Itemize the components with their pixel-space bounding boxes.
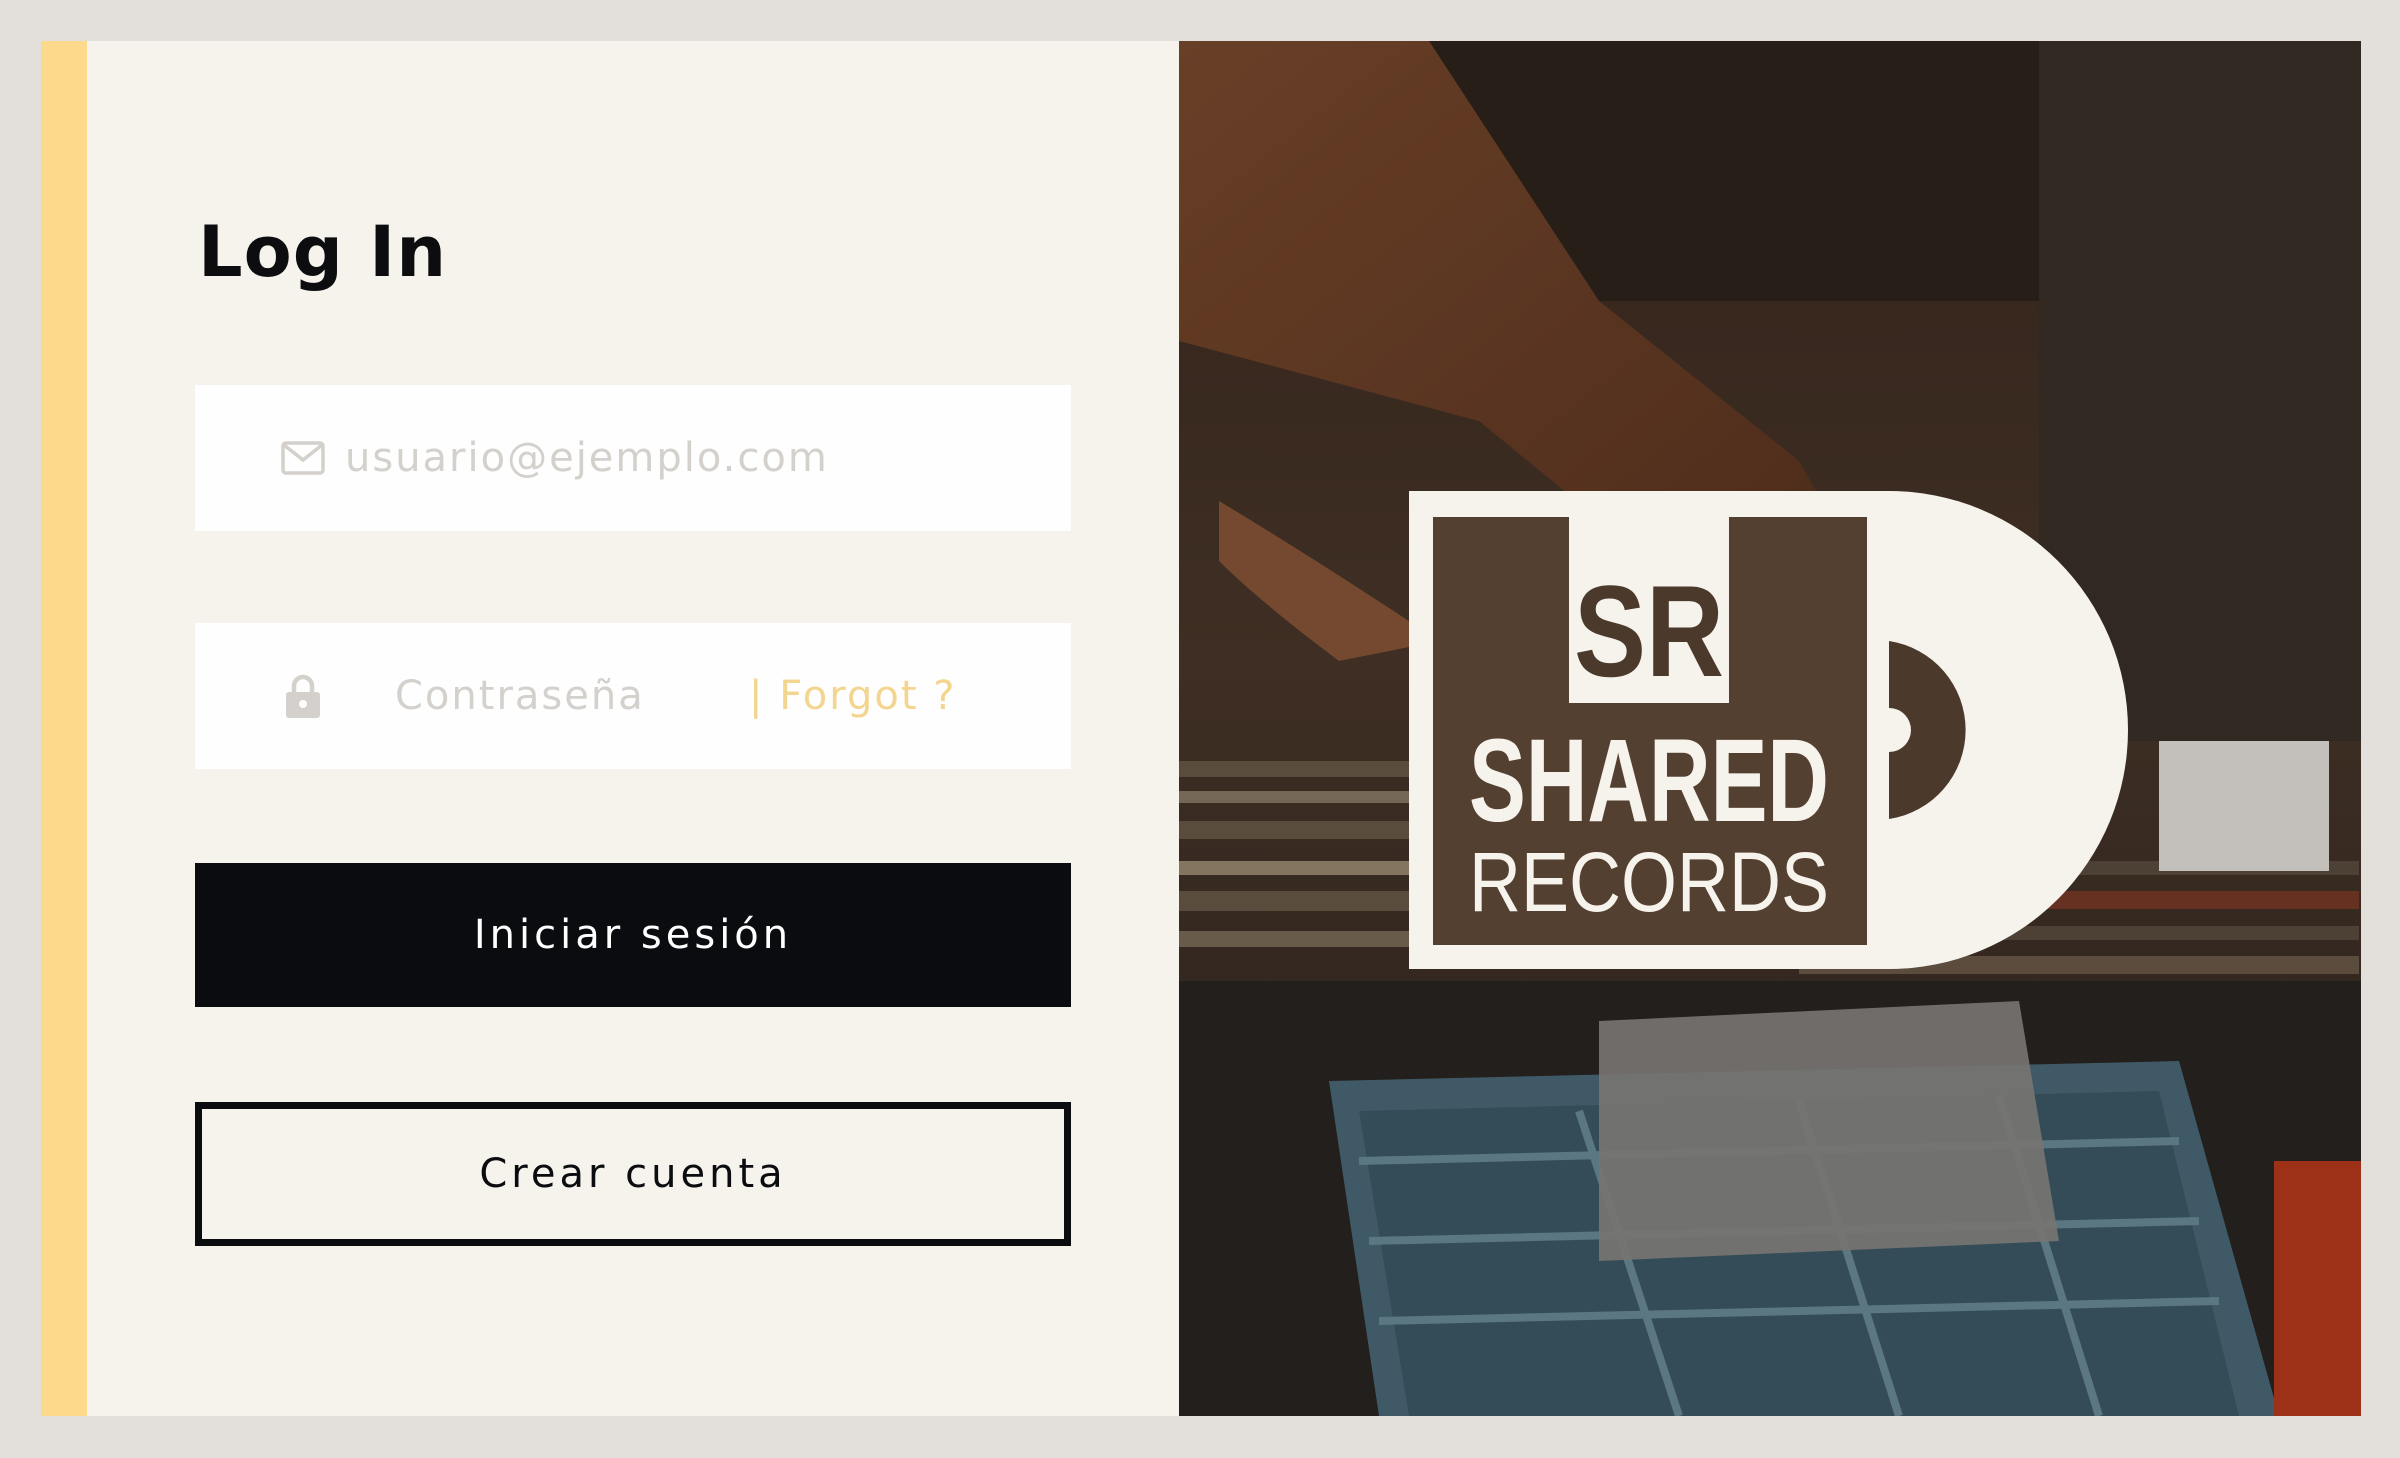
mail-icon — [281, 436, 325, 480]
accent-bar — [41, 41, 87, 1416]
password-field-container: | Forgot ? — [195, 623, 1071, 769]
create-account-button[interactable]: Crear cuenta — [195, 1102, 1071, 1246]
logo-name-line1: SHARED — [1469, 715, 1829, 847]
logo-name-line2: RECORDS — [1469, 835, 1829, 929]
email-input[interactable] — [343, 434, 987, 482]
login-button[interactable]: Iniciar sesión — [195, 863, 1071, 1007]
login-card: Log In | Forgot ? Iniciar sesión — [41, 41, 2361, 1416]
email-field-container — [195, 385, 1071, 531]
forgot-password-link[interactable]: | Forgot ? — [749, 673, 956, 719]
page-title: Log In — [198, 211, 448, 293]
login-panel: Log In | Forgot ? Iniciar sesión — [87, 41, 1179, 1416]
hero-image-panel: SR SHARED RECORDS — [1179, 41, 2361, 1416]
logo-monogram: SR — [1574, 558, 1724, 704]
lock-icon — [281, 674, 325, 718]
shared-records-logo: SR SHARED RECORDS — [1409, 491, 2129, 969]
password-input[interactable] — [393, 672, 727, 720]
